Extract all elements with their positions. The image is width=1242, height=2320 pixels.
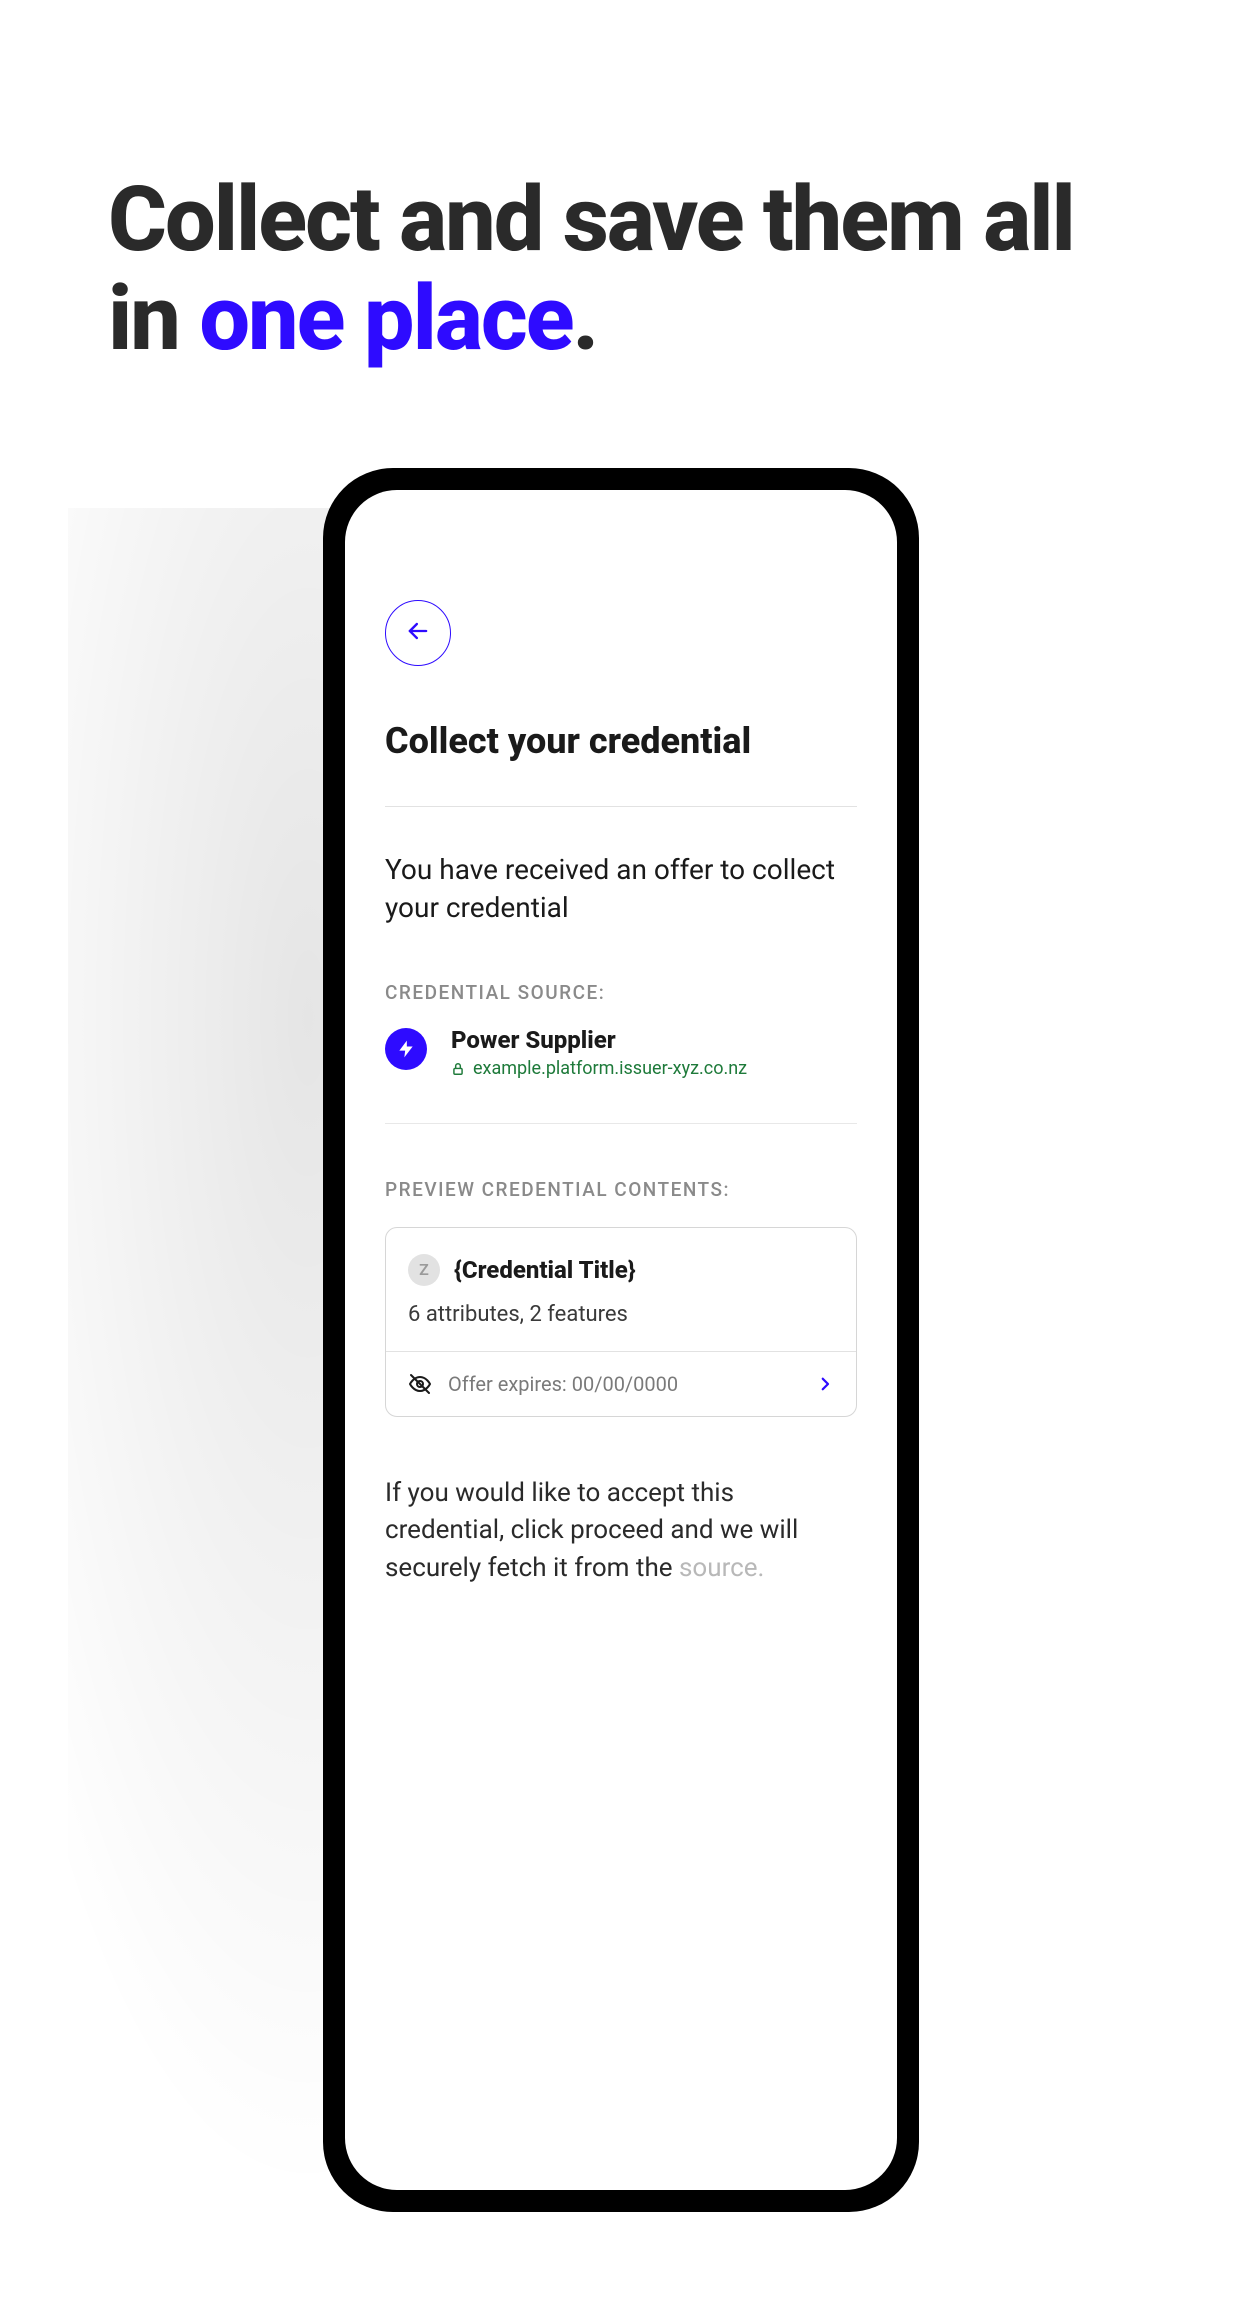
page-headline: Collect and save them all in one place. [108,170,1134,368]
arrow-left-icon [404,617,432,649]
offer-expiry: Offer expires: 00/00/0000 [448,1372,678,1396]
credential-title: {Credential Title} [454,1256,636,1284]
chevron-right-icon [816,1375,834,1393]
divider [385,1123,857,1124]
source-domain: example.platform.issuer-xyz.co.nz [473,1058,747,1079]
source-label: CREDENTIAL SOURCE: [385,981,857,1004]
offer-description: You have received an offer to collect yo… [385,851,857,927]
accept-text-faded: source. [679,1553,764,1583]
preview-label: PREVIEW CREDENTIAL CONTENTS: [385,1178,857,1201]
phone-screen: Collect your credential You have receive… [345,490,897,2190]
divider [385,806,857,807]
credential-meta: 6 attributes, 2 features [408,1302,834,1327]
accept-instructions: If you would like to accept this credent… [385,1475,857,1588]
screen-title: Collect your credential [385,720,857,762]
back-button[interactable] [385,600,451,666]
headline-accent: one place [199,266,572,371]
eye-off-icon [408,1372,432,1396]
credential-preview-card[interactable]: Z {Credential Title} 6 attributes, 2 fea… [385,1227,857,1417]
credential-source-row: Power Supplier example.platform.issuer-x… [385,1026,857,1079]
headline-part2: . [573,266,598,371]
credential-badge: Z [408,1254,440,1286]
bolt-icon [385,1028,427,1070]
source-name: Power Supplier [451,1026,747,1054]
lock-icon [451,1061,465,1075]
phone-frame: Collect your credential You have receive… [323,468,919,2212]
